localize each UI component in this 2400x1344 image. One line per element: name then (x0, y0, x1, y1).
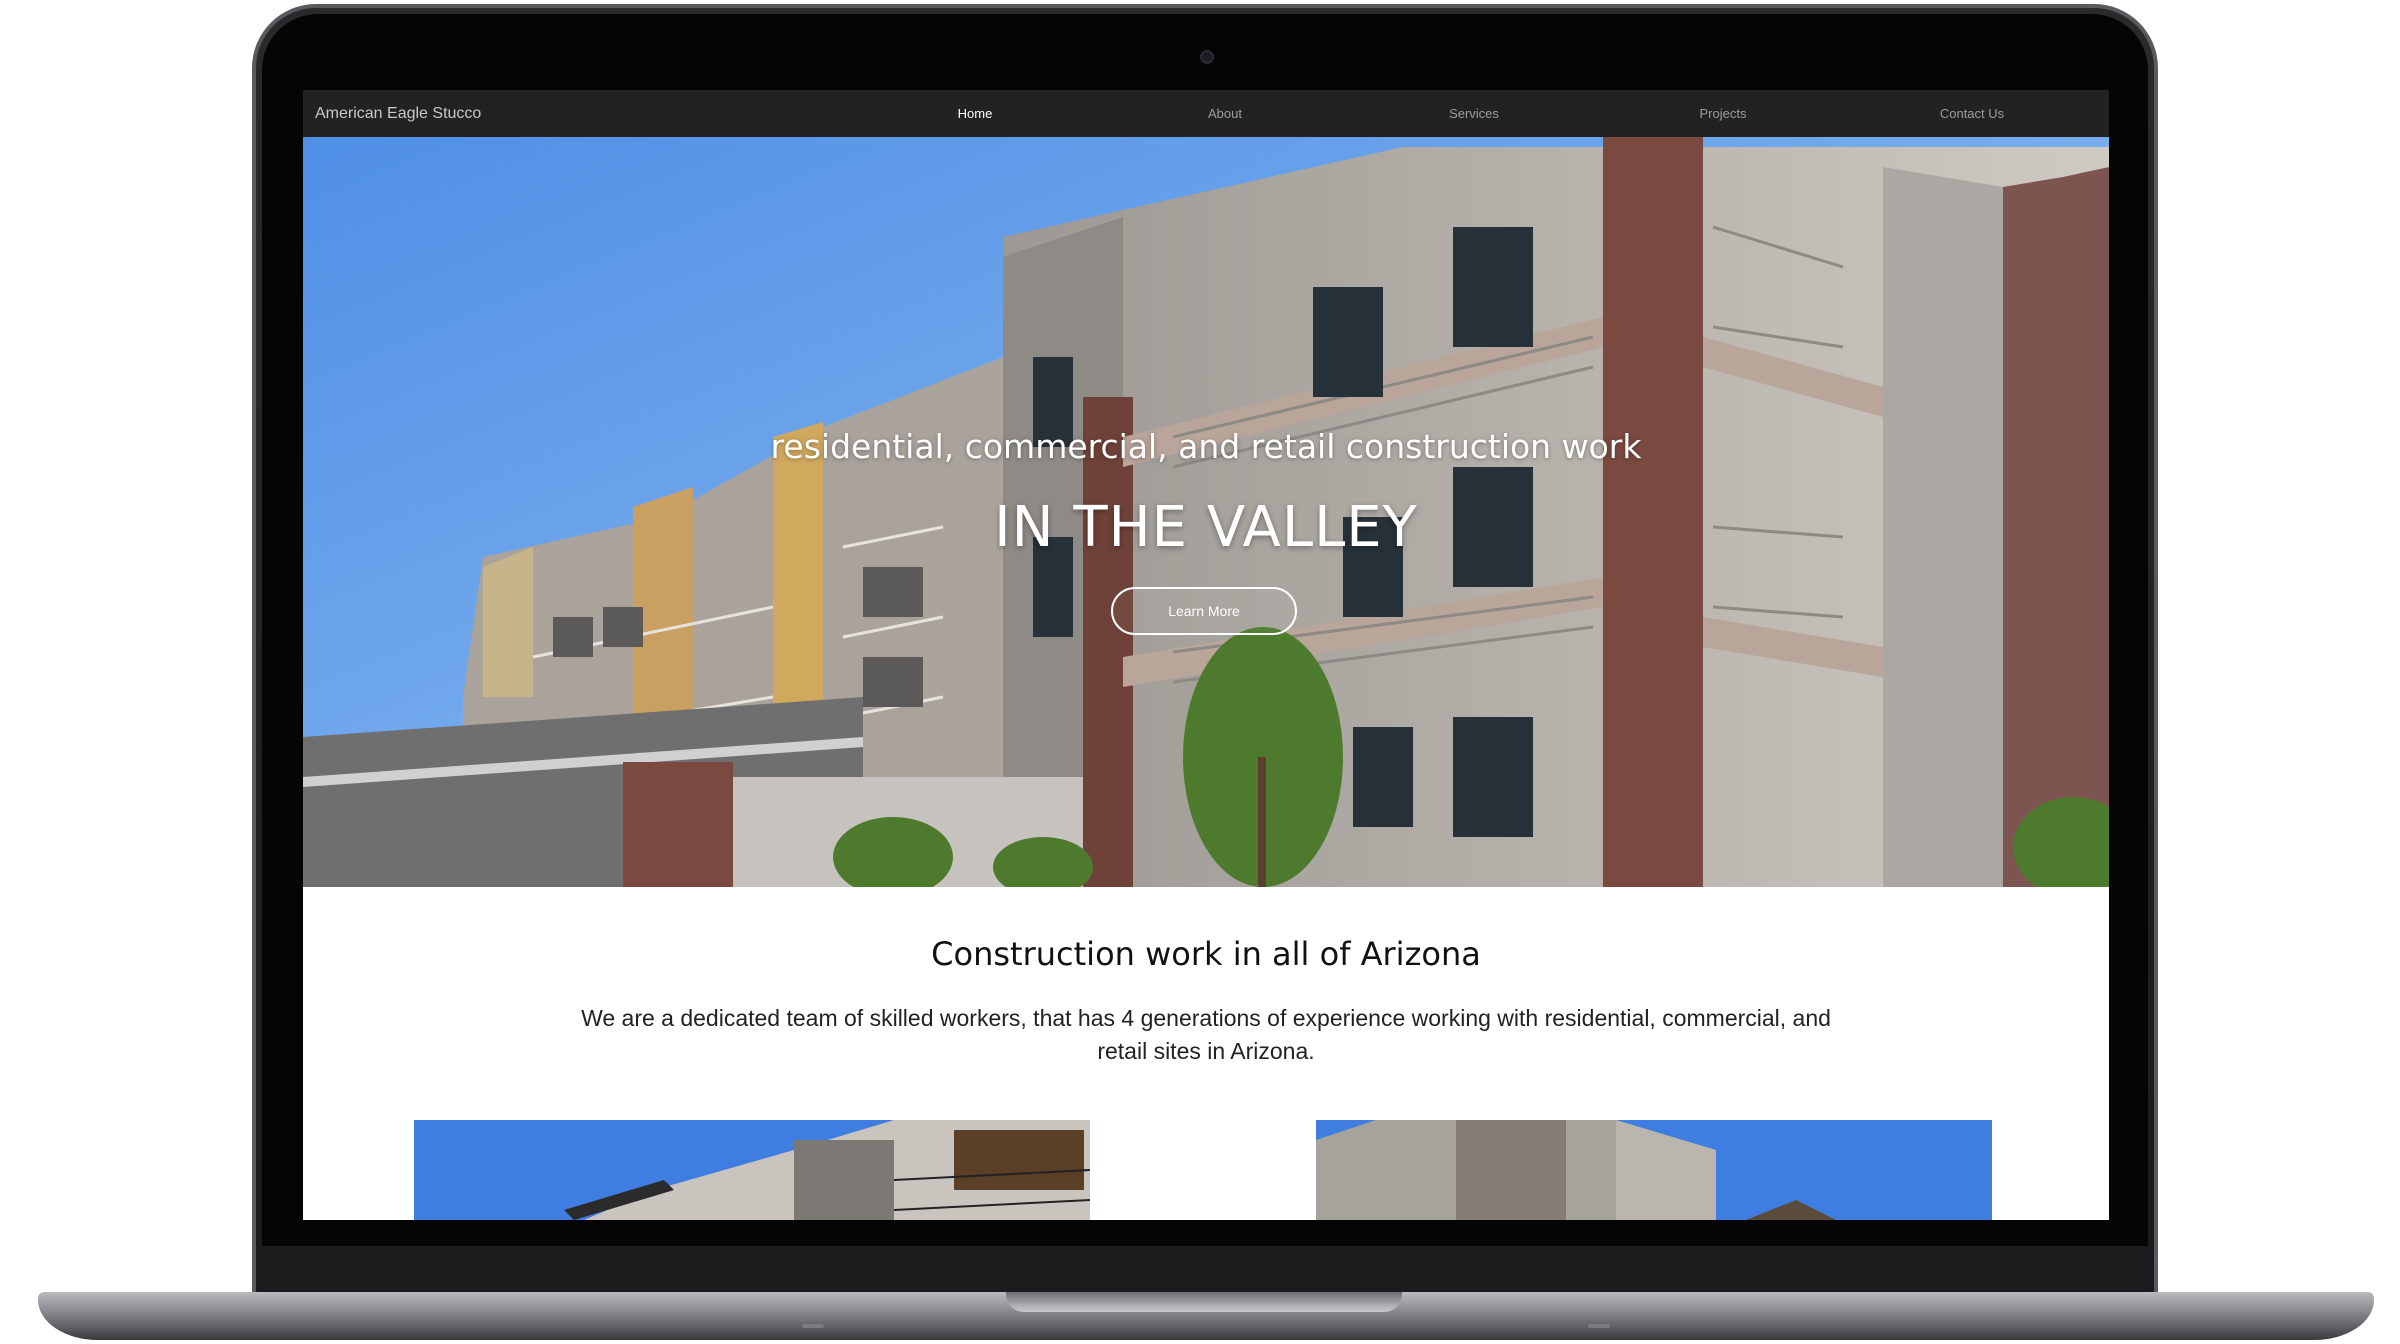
camera-icon (1200, 50, 1214, 64)
laptop-foot (802, 1324, 824, 1328)
nav-services[interactable]: Services (1384, 90, 1564, 137)
intro-heading: Construction work in all of Arizona (931, 935, 1481, 973)
hero-banner: residential, commercial, and retail cons… (303, 137, 2109, 887)
laptop-foot (1588, 1324, 1610, 1328)
hero-title: IN THE VALLEY (994, 495, 1418, 560)
project-photo-2 (1316, 1120, 1992, 1220)
top-navbar: American Eagle Stucco Home About Service… (303, 90, 2109, 137)
nav-projects[interactable]: Projects (1633, 90, 1813, 137)
nav-home[interactable]: Home (885, 90, 1065, 137)
laptop-chin (262, 1246, 2148, 1296)
project-image-1[interactable] (414, 1120, 1090, 1220)
browser-viewport: American Eagle Stucco Home About Service… (303, 90, 2109, 1220)
project-image-2[interactable] (1316, 1120, 1992, 1220)
laptop-notch (1006, 1292, 1402, 1312)
brand-link[interactable]: American Eagle Stucco (315, 90, 481, 137)
nav-about[interactable]: About (1135, 90, 1315, 137)
project-photo-1 (414, 1120, 1090, 1220)
learn-more-button[interactable]: Learn More (1111, 587, 1297, 635)
hero-subtitle: residential, commercial, and retail cons… (770, 427, 1642, 466)
nav-contact-us[interactable]: Contact Us (1882, 90, 2062, 137)
intro-body: We are a dedicated team of skilled worke… (581, 1005, 1831, 1064)
